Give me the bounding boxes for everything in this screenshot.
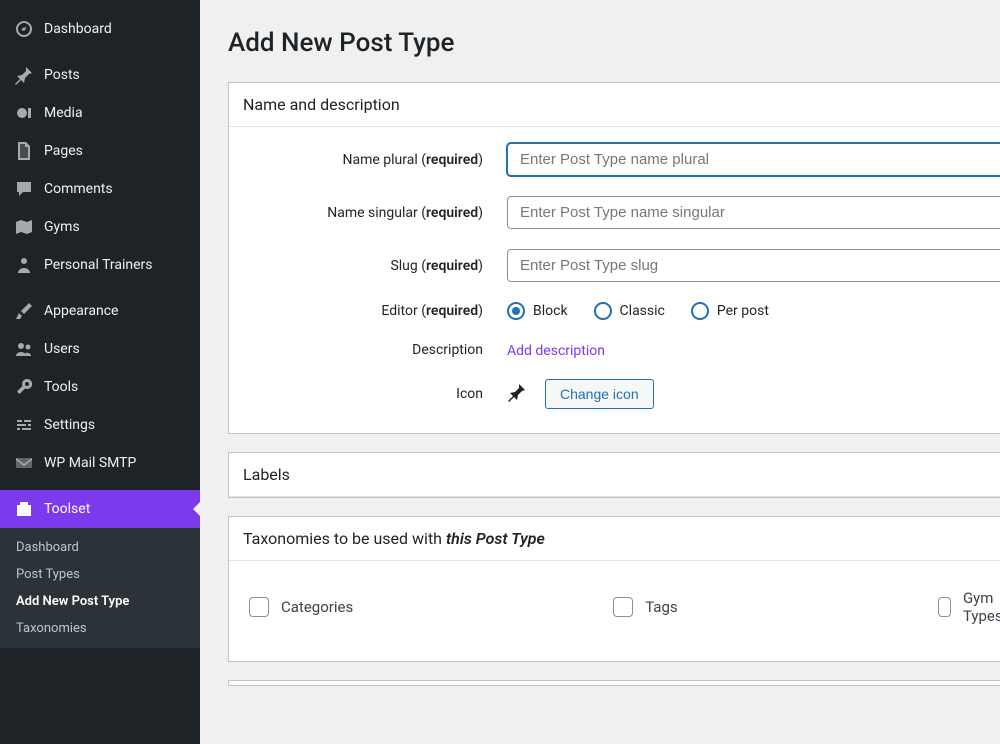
sidebar-item-label: Gyms	[44, 219, 80, 235]
sidebar-item-label: Posts	[44, 67, 80, 83]
label-name-plural: Name plural (required)	[243, 152, 507, 168]
checkbox-icon	[938, 597, 951, 617]
post-type-icon	[507, 382, 527, 406]
radio-editor-classic[interactable]: Classic	[594, 302, 665, 320]
media-icon	[14, 103, 34, 123]
main-content: Add New Post Type Name and description N…	[200, 0, 1000, 744]
sidebar-item-gyms[interactable]: Gyms	[0, 208, 200, 246]
users-icon	[14, 339, 34, 359]
submenu-item-add-new-post-type[interactable]: Add New Post Type	[0, 588, 200, 615]
panel-heading: Name and description	[229, 83, 1000, 127]
taxonomies-panel: Taxonomies to be used with this Post Typ…	[228, 516, 1000, 662]
submenu: Dashboard Post Types Add New Post Type T…	[0, 528, 200, 648]
map-icon	[14, 217, 34, 237]
radio-icon	[691, 302, 709, 320]
comment-icon	[14, 179, 34, 199]
name-plural-input[interactable]	[507, 143, 1000, 176]
sidebar-item-label: Pages	[44, 143, 83, 159]
submenu-item-dashboard[interactable]: Dashboard	[0, 534, 200, 561]
labels-panel: Labels	[228, 452, 1000, 498]
add-description-link[interactable]: Add description	[507, 343, 605, 359]
sidebar-item-appearance[interactable]: Appearance	[0, 292, 200, 330]
checkbox-icon	[249, 597, 269, 617]
sidebar-item-label: Personal Trainers	[44, 257, 153, 273]
box-icon	[14, 499, 34, 519]
sidebar-item-settings[interactable]: Settings	[0, 406, 200, 444]
label-name-singular: Name singular (required)	[243, 205, 507, 221]
checkbox-categories[interactable]: Categories	[249, 589, 353, 625]
sidebar-item-label: Dashboard	[44, 21, 112, 37]
label-editor: Editor (required)	[243, 303, 507, 319]
name-description-panel: Name and description Name plural (requir…	[228, 82, 1000, 434]
sidebar-item-label: Comments	[44, 181, 113, 197]
change-icon-button[interactable]: Change icon	[545, 379, 654, 409]
label-icon: Icon	[243, 386, 507, 402]
sidebar-item-wpmailsmtp[interactable]: WP Mail SMTP	[0, 444, 200, 482]
sidebar-item-pages[interactable]: Pages	[0, 132, 200, 170]
pin-icon	[14, 65, 34, 85]
submenu-item-taxonomies[interactable]: Taxonomies	[0, 615, 200, 642]
radio-editor-block[interactable]: Block	[507, 302, 568, 320]
sidebar-item-users[interactable]: Users	[0, 330, 200, 368]
next-panel-top	[228, 680, 1000, 686]
submenu-item-post-types[interactable]: Post Types	[0, 561, 200, 588]
sidebar-item-tools[interactable]: Tools	[0, 368, 200, 406]
sidebar-item-media[interactable]: Media	[0, 94, 200, 132]
panel-heading: Taxonomies to be used with this Post Typ…	[229, 517, 1000, 561]
wrench-icon	[14, 377, 34, 397]
page-icon	[14, 141, 34, 161]
page-title: Add New Post Type	[228, 28, 1000, 58]
radio-icon	[507, 302, 525, 320]
name-singular-input[interactable]	[507, 196, 1000, 229]
brush-icon	[14, 301, 34, 321]
sidebar-item-label: Appearance	[44, 303, 118, 319]
label-slug: Slug (required)	[243, 258, 507, 274]
sidebar-item-posts[interactable]: Posts	[0, 56, 200, 94]
sliders-icon	[14, 415, 34, 435]
slug-input[interactable]	[507, 249, 1000, 282]
sidebar-item-label: Media	[44, 105, 83, 121]
radio-editor-perpost[interactable]: Per post	[691, 302, 769, 320]
sidebar-item-label: Users	[44, 341, 80, 357]
label-description: Description	[243, 342, 507, 358]
user-icon	[14, 255, 34, 275]
sidebar-item-label: Settings	[44, 417, 95, 433]
checkbox-gym-types[interactable]: Gym Types	[938, 589, 1000, 625]
sidebar-item-comments[interactable]: Comments	[0, 170, 200, 208]
sidebar-item-trainers[interactable]: Personal Trainers	[0, 246, 200, 284]
sidebar-item-dashboard[interactable]: Dashboard	[0, 10, 200, 48]
mail-icon	[14, 453, 34, 473]
sidebar-item-label: WP Mail SMTP	[44, 455, 136, 471]
gauge-icon	[14, 19, 34, 39]
sidebar-item-label: Tools	[44, 379, 78, 395]
radio-icon	[594, 302, 612, 320]
checkbox-icon	[613, 597, 633, 617]
sidebar-item-label: Toolset	[44, 501, 90, 517]
checkbox-tags[interactable]: Tags	[613, 589, 677, 625]
sidebar-item-toolset[interactable]: Toolset	[0, 490, 200, 528]
admin-sidebar: Dashboard Posts Media Pages Comments	[0, 0, 200, 744]
panel-heading[interactable]: Labels	[229, 453, 1000, 497]
